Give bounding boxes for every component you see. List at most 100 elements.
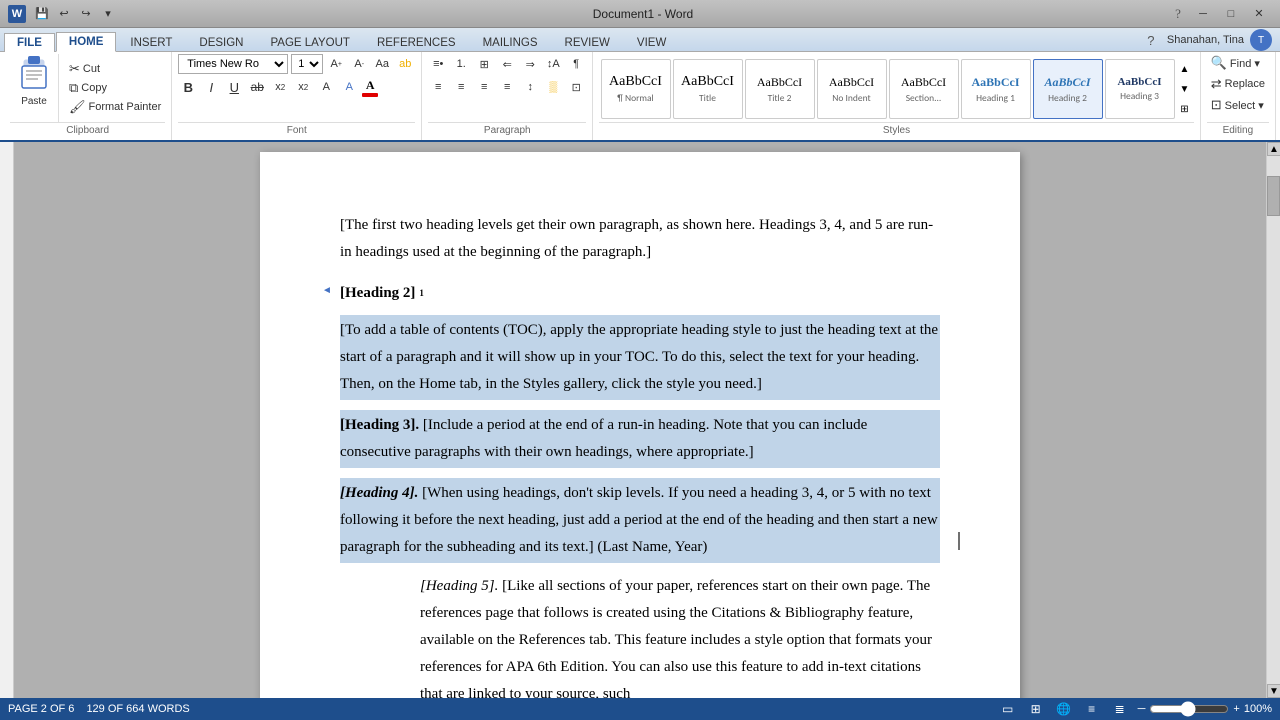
zoom-increase-button[interactable]: + — [1233, 703, 1239, 715]
text-highlight-button[interactable]: ab — [395, 54, 415, 74]
tab-home[interactable]: HOME — [56, 32, 117, 52]
style-title2[interactable]: AaBbCcI Title 2 — [745, 59, 815, 119]
style-heading2[interactable]: AaBbCcI Heading 2 — [1033, 59, 1103, 119]
style-normal[interactable]: AaBbCcI ¶ Normal — [601, 59, 671, 119]
heading3-para: [Heading 3]. [Include a period at the en… — [340, 412, 940, 466]
full-reading-button[interactable]: ⊞ — [1026, 699, 1046, 719]
style-title-sample: AaBbCcI — [681, 74, 734, 90]
select-button[interactable]: ⊡ Select ▾ — [1207, 96, 1268, 114]
sort-button[interactable]: ↕A — [543, 54, 563, 74]
copy-button[interactable]: ⧉ Copy — [65, 79, 165, 97]
document-title: Document1 - Word — [593, 7, 693, 21]
outline-view-button[interactable]: ≡ — [1082, 699, 1102, 719]
strikethrough-button[interactable]: ab — [247, 77, 267, 97]
tab-mailings[interactable]: MAILINGS — [470, 33, 551, 52]
borders-button[interactable]: ⊡ — [566, 77, 586, 97]
style-title[interactable]: AaBbCcI Title — [673, 59, 743, 119]
expand-styles-icon[interactable]: ⊞ — [1180, 104, 1188, 115]
style-section[interactable]: AaBbCcI Section... — [889, 59, 959, 119]
clear-formatting-button[interactable]: A — [316, 77, 336, 97]
heading4-para: [Heading 4]. [When using headings, don't… — [340, 480, 940, 561]
heading3-label: [Heading 3]. — [340, 417, 419, 433]
tab-page-layout[interactable]: PAGE LAYOUT — [257, 33, 362, 52]
help-button[interactable]: ? — [1168, 4, 1188, 24]
increase-indent-button[interactable]: ⇒ — [520, 54, 540, 74]
tab-view[interactable]: VIEW — [624, 33, 679, 52]
show-paragraph-button[interactable]: ¶ — [566, 54, 586, 74]
style-heading1[interactable]: AaBbCcI Heading 1 — [961, 59, 1031, 119]
justify-button[interactable]: ≡ — [497, 77, 517, 97]
ribbon-help-button[interactable]: ? — [1141, 30, 1161, 50]
align-left-button[interactable]: ≡ — [428, 77, 448, 97]
italic-button[interactable]: I — [201, 77, 221, 97]
print-layout-button[interactable]: ▭ — [998, 699, 1018, 719]
style-no-indent[interactable]: AaBbCcI No Indent — [817, 59, 887, 119]
find-button[interactable]: 🔍 Find ▾ — [1207, 54, 1264, 72]
tab-file[interactable]: FILE — [4, 33, 55, 52]
close-button[interactable]: ✕ — [1246, 4, 1272, 24]
superscript-button[interactable]: x2 — [293, 77, 313, 97]
shading-button[interactable]: ▒ — [543, 77, 563, 97]
format-painter-button[interactable]: 🖌 Format Painter — [65, 98, 165, 116]
tab-design[interactable]: DESIGN — [186, 33, 256, 52]
style-no-indent-label: No Indent — [832, 92, 870, 104]
tab-insert[interactable]: INSERT — [117, 33, 185, 52]
draft-view-button[interactable]: ≣ — [1110, 699, 1130, 719]
collapse-arrow[interactable]: ◄ — [322, 282, 332, 300]
cut-button[interactable]: ✂ Cut — [65, 60, 165, 78]
scroll-down-button[interactable]: ▼ — [1267, 684, 1280, 698]
style-title-label: Title — [699, 92, 716, 104]
line-spacing-button[interactable]: ↕ — [520, 77, 540, 97]
title-left: W 💾 ↩ ↪ ▾ — [8, 4, 118, 24]
document-area: [The first two heading levels get their … — [0, 142, 1280, 698]
underline-button[interactable]: U — [224, 77, 244, 97]
zoom-slider[interactable] — [1149, 704, 1229, 714]
font-size-down-button[interactable]: A- — [349, 54, 369, 74]
style-heading3[interactable]: AaBbCcI Heading 3 — [1105, 59, 1175, 119]
cut-label: Cut — [83, 63, 100, 75]
scroll-up-button[interactable]: ▲ — [1267, 142, 1280, 156]
multilevel-list-button[interactable]: ⊞ — [474, 54, 494, 74]
quick-access-toolbar: 💾 ↩ ↪ ▾ — [32, 4, 118, 24]
web-layout-button[interactable]: 🌐 — [1054, 699, 1074, 719]
customize-button[interactable]: ▾ — [98, 4, 118, 24]
font-family-selector[interactable]: Times New Ro — [178, 54, 288, 74]
numbered-list-button[interactable]: 1. — [451, 54, 471, 74]
style-normal-sample: AaBbCcI — [609, 74, 662, 90]
heading2-block: ◄ [Heading 2]1 — [340, 280, 940, 307]
scroll-thumb[interactable] — [1267, 176, 1280, 216]
zoom-decrease-button[interactable]: ─ — [1138, 703, 1146, 715]
main-document: [The first two heading levels get their … — [14, 142, 1266, 698]
align-center-button[interactable]: ≡ — [451, 77, 471, 97]
document-page[interactable]: [The first two heading levels get their … — [260, 152, 1020, 698]
redo-button[interactable]: ↪ — [76, 4, 96, 24]
ruler-left — [0, 142, 14, 698]
editing-label: Editing — [1207, 122, 1269, 138]
undo-button[interactable]: ↩ — [54, 4, 74, 24]
styles-scroll[interactable]: ▲ ▼ ⊞ — [1177, 59, 1193, 119]
tab-references[interactable]: REFERENCES — [364, 33, 469, 52]
save-button[interactable]: 💾 — [32, 4, 52, 24]
tab-review[interactable]: REVIEW — [552, 33, 623, 52]
change-case-button[interactable]: Aa — [372, 54, 392, 74]
replace-button[interactable]: ⇄ Replace — [1207, 75, 1269, 93]
font-size-up-button[interactable]: A+ — [326, 54, 346, 74]
scroll-up-icon[interactable]: ▲ — [1180, 64, 1190, 75]
word-count-status: 129 OF 664 WORDS — [86, 703, 189, 715]
scroll-down-icon[interactable]: ▼ — [1180, 84, 1190, 95]
font-size-selector[interactable]: 12 — [291, 54, 323, 74]
font-row-2: B I U ab x2 x2 A A A — [178, 77, 378, 97]
subscript-button[interactable]: x2 — [270, 77, 290, 97]
bold-button[interactable]: B — [178, 77, 198, 97]
paste-button[interactable]: Paste — [10, 54, 59, 122]
bullets-button[interactable]: ≡• — [428, 54, 448, 74]
font-color-button[interactable]: A — [362, 78, 378, 97]
font-color-icon: A — [366, 78, 375, 93]
minimize-button[interactable]: ─ — [1190, 4, 1216, 24]
text-effects-button[interactable]: A — [339, 77, 359, 97]
decrease-indent-button[interactable]: ⇐ — [497, 54, 517, 74]
copy-icon: ⧉ — [69, 80, 78, 96]
align-right-button[interactable]: ≡ — [474, 77, 494, 97]
restore-button[interactable]: □ — [1218, 4, 1244, 24]
replace-label: Replace — [1225, 78, 1265, 90]
